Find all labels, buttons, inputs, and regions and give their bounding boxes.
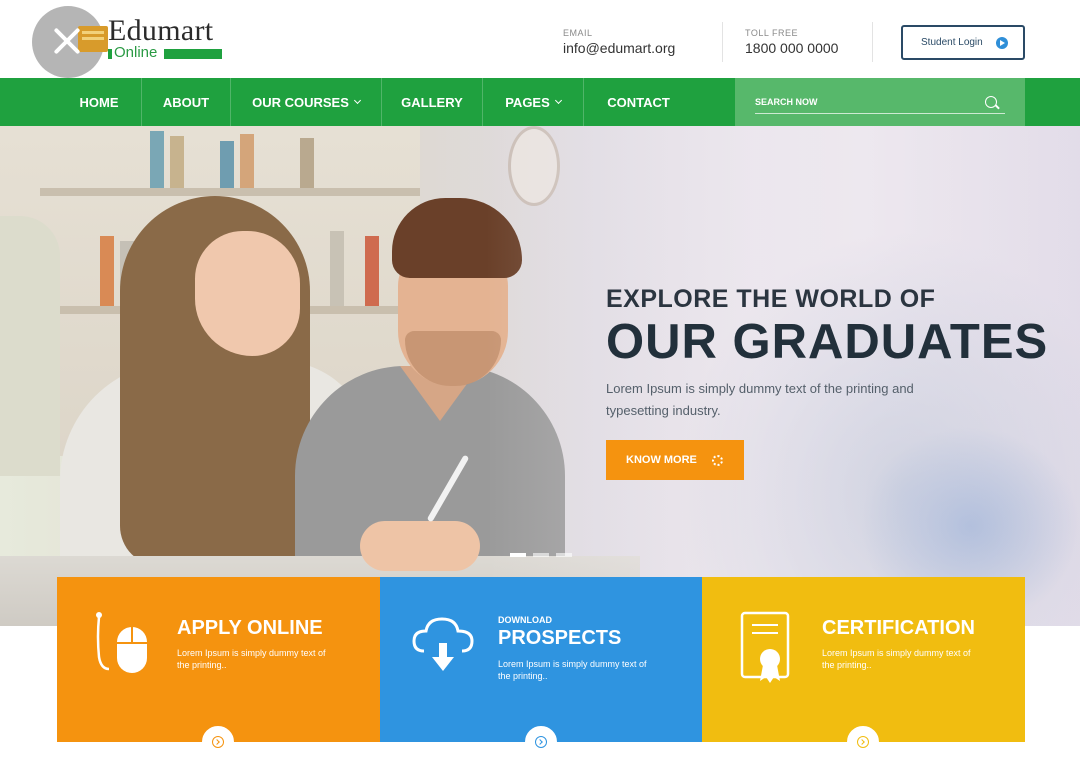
feature-description: Lorem Ipsum is simply dummy text of the …	[822, 648, 971, 670]
nav-item-contact[interactable]: CONTACT	[584, 78, 693, 126]
nav-item-pages[interactable]: PAGES	[483, 78, 584, 126]
feature-title: APPLY ONLINE	[177, 617, 323, 639]
nav-item-about[interactable]: ABOUT	[142, 78, 231, 126]
nav-item-home[interactable]: HOME	[57, 78, 142, 126]
hero-subtitle: EXPLORE THE WORLD OF	[606, 285, 936, 313]
search-input[interactable]	[755, 90, 1005, 114]
phone-contact: TOLL FREE 1800 000 0000	[745, 28, 838, 56]
nav-label: GALLERY	[401, 94, 463, 110]
feature-title: PROSPECTS	[498, 627, 622, 649]
certificate-icon	[740, 611, 790, 683]
slider-dot[interactable]	[556, 553, 572, 557]
feature-apply-online[interactable]: APPLY ONLINE Lorem Ipsum is simply dummy…	[57, 577, 380, 758]
student-login-label: Student Login	[921, 37, 983, 48]
hero-overlay	[0, 126, 1080, 626]
gear-icon	[712, 455, 723, 466]
logo-bar-right	[164, 49, 222, 59]
chevron-right-icon	[212, 736, 224, 748]
cloud-download-icon	[412, 617, 474, 671]
phone-value[interactable]: 1800 000 0000	[745, 40, 838, 56]
feature-title: CERTIFICATION	[822, 617, 975, 639]
mouse-icon	[96, 612, 147, 673]
nav-label: PAGES	[505, 94, 550, 110]
email-contact: EMAIL info@edumart.org	[563, 28, 675, 56]
page: Edumart Online EMAIL info@edumart.org TO…	[0, 0, 1080, 771]
main-nav: HOME ABOUT OUR COURSES GALLERY PAGES CON…	[0, 78, 1080, 126]
email-value[interactable]: info@edumart.org	[563, 40, 675, 56]
feature-boxes: APPLY ONLINE Lorem Ipsum is simply dummy…	[57, 577, 1025, 758]
slider-dot[interactable]	[533, 553, 549, 557]
know-more-button[interactable]: KNOW MORE	[606, 440, 744, 480]
feature-more-button[interactable]	[847, 726, 879, 758]
header-divider	[872, 22, 873, 62]
slider-pagination	[510, 553, 574, 557]
slider-dot[interactable]	[510, 553, 526, 557]
chevron-down-icon	[554, 96, 562, 104]
logo-bar-left	[108, 49, 112, 59]
hero-slider: EXPLORE THE WORLD OF OUR GRADUATES Lorem…	[0, 126, 1080, 626]
student-login-button[interactable]: Student Login	[901, 25, 1025, 60]
play-icon	[996, 37, 1008, 49]
feature-download-prospects[interactable]: DOWNLOAD PROSPECTS Lorem Ipsum is simply…	[380, 577, 702, 758]
email-label: EMAIL	[563, 28, 593, 38]
hero-description: Lorem Ipsum is simply dummy text of the …	[606, 381, 914, 418]
feature-kicker: DOWNLOAD	[498, 615, 552, 625]
phone-label: TOLL FREE	[745, 28, 799, 38]
close-icon[interactable]	[52, 26, 82, 56]
chevron-right-icon	[857, 736, 869, 748]
site-logo[interactable]: Edumart Online	[30, 6, 250, 78]
hero-title: OUR GRADUATES	[606, 315, 1049, 369]
book-icon	[78, 26, 108, 52]
site-header: Edumart Online EMAIL info@edumart.org TO…	[0, 0, 1080, 78]
logo-subtitle-text: Online	[114, 44, 158, 61]
logo-subtitle: Online	[108, 44, 222, 61]
chevron-down-icon	[353, 96, 361, 104]
feature-more-button[interactable]	[525, 726, 557, 758]
feature-description: Lorem Ipsum is simply dummy text of the …	[177, 648, 326, 670]
nav-label: OUR COURSES	[252, 94, 349, 110]
nav-item-gallery[interactable]: GALLERY	[382, 78, 483, 126]
nav-label: ABOUT	[162, 94, 210, 110]
nav-label: HOME	[79, 94, 119, 110]
nav-item-our-courses[interactable]: OUR COURSES	[231, 78, 382, 126]
nav-label: CONTACT	[607, 94, 670, 110]
feature-certification[interactable]: CERTIFICATION Lorem Ipsum is simply dumm…	[702, 577, 1025, 758]
feature-more-button[interactable]	[202, 726, 234, 758]
logo-name: Edumart	[108, 14, 214, 47]
feature-description: Lorem Ipsum is simply dummy text of the …	[498, 659, 647, 681]
search-icon[interactable]	[985, 96, 997, 108]
chevron-right-icon	[535, 736, 547, 748]
know-more-label: KNOW MORE	[626, 454, 697, 466]
search-box	[735, 78, 1025, 126]
header-divider	[722, 22, 723, 62]
